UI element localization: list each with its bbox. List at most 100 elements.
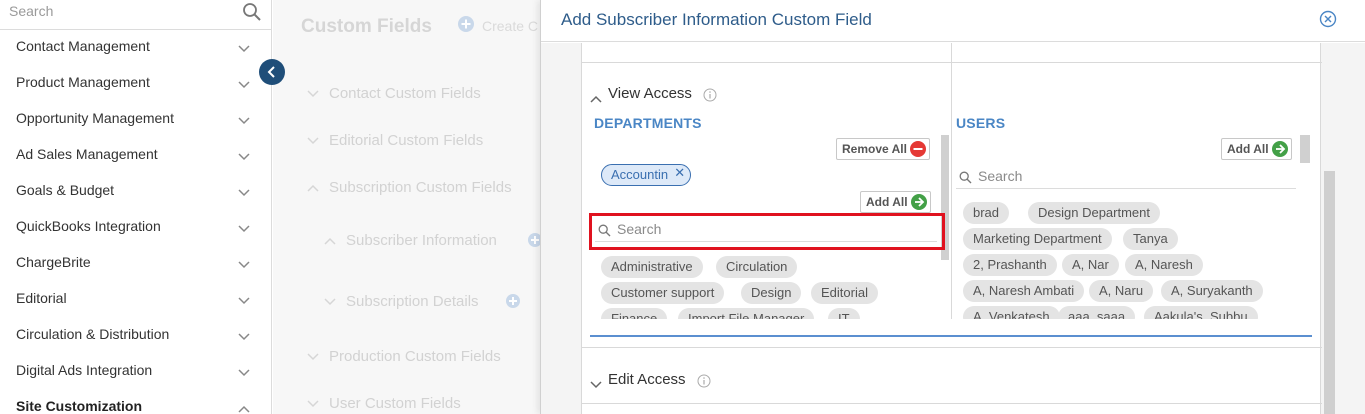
- divider: [582, 403, 1322, 404]
- departments-title: DEPARTMENTS: [594, 115, 702, 131]
- minus-circle-icon: [909, 141, 926, 160]
- users-search-input[interactable]: Search: [956, 165, 1296, 189]
- create-link[interactable]: Create C: [482, 18, 538, 34]
- department-option[interactable]: Import File Manager: [678, 308, 815, 319]
- close-icon[interactable]: [1319, 10, 1337, 33]
- department-option[interactable]: Editorial: [811, 282, 878, 304]
- chevron-down-icon[interactable]: [238, 364, 250, 382]
- chevron-down-icon[interactable]: [238, 292, 250, 310]
- users-title: USERS: [956, 115, 1006, 131]
- plus-circle-icon[interactable]: [457, 15, 475, 38]
- department-option[interactable]: IT: [828, 308, 860, 319]
- user-option[interactable]: Design Department: [1028, 202, 1160, 224]
- user-option[interactable]: A, Naresh Ambati: [963, 280, 1085, 302]
- sidebar-item-contact-management[interactable]: Contact Management: [0, 29, 271, 65]
- user-option[interactable]: Aakula's, Subbu: [1144, 306, 1258, 319]
- highlight-box: [589, 213, 945, 250]
- sidebar-item-label: Product Management: [16, 74, 150, 90]
- user-option[interactable]: A, Venkatesh: [963, 306, 1060, 319]
- department-option[interactable]: Design: [741, 282, 802, 304]
- remove-all-departments-button[interactable]: Remove All: [836, 138, 930, 160]
- tag-label: Accountin: [611, 167, 669, 182]
- section-subscriber-information[interactable]: Subscriber Information: [324, 232, 497, 249]
- available-users-list: brad Design Department Marketing Departm…: [956, 199, 1301, 319]
- sidebar-item-opportunity-management[interactable]: Opportunity Management: [0, 101, 271, 137]
- sidebar-item-site-customization[interactable]: Site Customization: [0, 389, 271, 414]
- chevron-down-icon[interactable]: [238, 76, 250, 94]
- section-label: Subscriber Information: [346, 232, 497, 249]
- section-label: Subscription Custom Fields: [329, 179, 512, 196]
- sidebar-item-label: Site Customization: [16, 398, 143, 414]
- section-title: View Access: [608, 85, 692, 102]
- arrow-right-circle-icon: [910, 194, 927, 213]
- user-option[interactable]: Tanya: [1123, 228, 1178, 250]
- users-scrollbar[interactable]: [1300, 135, 1310, 163]
- user-option[interactable]: aaa, saaa: [1058, 306, 1136, 319]
- section-subscription-details[interactable]: Subscription Details: [324, 293, 479, 310]
- info-icon[interactable]: [697, 374, 711, 393]
- page-title: Custom Fields: [301, 16, 432, 37]
- user-option[interactable]: brad: [963, 202, 1010, 224]
- sidebar-item-chargebrite[interactable]: ChargeBrite: [0, 245, 271, 281]
- collapse-sidebar-button[interactable]: [259, 59, 285, 85]
- department-option[interactable]: Administrative: [601, 256, 703, 278]
- button-label: Remove All: [842, 142, 907, 156]
- section-label: Production Custom Fields: [329, 348, 501, 365]
- modal-scrollbar[interactable]: [1324, 171, 1335, 414]
- remove-tag-icon[interactable]: ✕: [674, 165, 685, 181]
- section-label: Subscription Details: [346, 293, 479, 310]
- section-production-custom-fields[interactable]: Production Custom Fields: [307, 348, 501, 365]
- section-label: Contact Custom Fields: [329, 85, 481, 102]
- section-editorial-custom-fields[interactable]: Editorial Custom Fields: [307, 132, 483, 149]
- modal-header: Add Subscriber Information Custom Field: [541, 0, 1365, 42]
- divider: [582, 347, 1322, 348]
- section-contact-custom-fields[interactable]: Contact Custom Fields: [307, 85, 481, 102]
- chevron-down-icon[interactable]: [238, 220, 250, 238]
- department-option[interactable]: Finance: [601, 308, 668, 319]
- edit-access-header[interactable]: Edit Access: [582, 363, 1322, 399]
- sidebar-item-ad-sales-management[interactable]: Ad Sales Management: [0, 137, 271, 173]
- chevron-down-icon[interactable]: [238, 256, 250, 274]
- sidebar-item-editorial[interactable]: Editorial: [0, 281, 271, 317]
- section-label: User Custom Fields: [329, 395, 461, 412]
- sidebar-item-digital-ads-integration[interactable]: Digital Ads Integration: [0, 353, 271, 389]
- search-icon[interactable]: [242, 2, 262, 27]
- user-option[interactable]: A, Nar: [1062, 254, 1119, 276]
- plus-circle-icon[interactable]: [527, 232, 540, 253]
- chevron-up-icon[interactable]: [238, 400, 250, 414]
- chevron-down-icon[interactable]: [238, 184, 250, 202]
- chevron-down-icon[interactable]: [238, 148, 250, 166]
- user-option[interactable]: A, Suryakanth: [1161, 280, 1263, 302]
- sidebar-item-product-management[interactable]: Product Management: [0, 65, 271, 101]
- chevron-down-icon: [307, 132, 319, 149]
- add-all-departments-button[interactable]: Add All: [860, 191, 931, 213]
- section-user-custom-fields[interactable]: User Custom Fields: [307, 395, 461, 412]
- chevron-down-icon: [307, 348, 319, 365]
- sidebar-search[interactable]: Search: [0, 0, 271, 30]
- chevron-down-icon: [324, 293, 336, 310]
- plus-circle-icon[interactable]: [505, 293, 521, 314]
- department-option[interactable]: Circulation: [716, 256, 798, 278]
- sidebar-item-goals-budget[interactable]: Goals & Budget: [0, 173, 271, 209]
- arrow-right-circle-icon: [1271, 141, 1288, 160]
- sidebar-item-circulation-distribution[interactable]: Circulation & Distribution: [0, 317, 271, 353]
- chevron-down-icon[interactable]: [238, 328, 250, 346]
- sidebar-item-quickbooks-integration[interactable]: QuickBooks Integration: [0, 209, 271, 245]
- view-access-header[interactable]: View Access: [582, 77, 1322, 113]
- search-icon: [959, 171, 972, 189]
- user-option[interactable]: 2, Prashanth: [963, 254, 1057, 276]
- add-all-users-button[interactable]: Add All: [1221, 138, 1292, 160]
- chevron-down-icon[interactable]: [238, 40, 250, 58]
- user-option[interactable]: A, Naru: [1089, 280, 1154, 302]
- department-option[interactable]: Customer support: [601, 282, 725, 304]
- sidebar-item-label: Contact Management: [16, 38, 150, 54]
- user-option[interactable]: A, Naresh: [1125, 254, 1203, 276]
- column-divider: [951, 63, 952, 319]
- info-icon[interactable]: [703, 88, 717, 107]
- section-subscription-custom-fields[interactable]: Subscription Custom Fields: [307, 179, 512, 196]
- user-option[interactable]: Marketing Department: [963, 228, 1112, 250]
- selected-department-tag[interactable]: Accountin ✕: [601, 164, 692, 186]
- modal-body: View Access DEPARTMENTS Remove All Accou…: [541, 43, 1365, 414]
- chevron-down-icon[interactable]: [238, 112, 250, 130]
- button-label: Add All: [866, 195, 908, 209]
